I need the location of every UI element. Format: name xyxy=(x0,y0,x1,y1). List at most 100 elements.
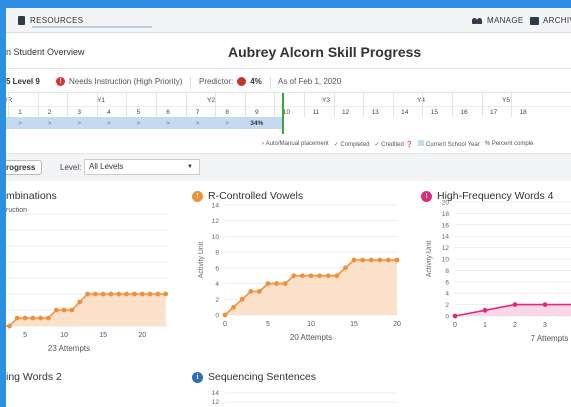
data-point[interactable] xyxy=(53,307,59,313)
top-edge xyxy=(0,0,571,8)
placement-arrow: > xyxy=(136,119,141,127)
x-tick-label: 5 xyxy=(266,321,270,328)
data-point[interactable] xyxy=(85,291,90,297)
unit-number[interactable]: 10 xyxy=(278,109,294,116)
data-point[interactable] xyxy=(139,291,145,297)
data-point[interactable] xyxy=(334,273,340,279)
data-point[interactable] xyxy=(308,273,314,279)
data-point[interactable] xyxy=(231,304,236,310)
data-point[interactable] xyxy=(482,307,488,313)
data-point[interactable] xyxy=(291,273,297,279)
data-point[interactable] xyxy=(343,265,348,271)
data-point[interactable] xyxy=(282,281,288,286)
unit-number[interactable]: 8 xyxy=(219,109,235,116)
needs-instruction-status: ! Needs Instruction (High Priority) xyxy=(56,77,182,86)
data-point[interactable] xyxy=(132,291,137,297)
predictor-value: 4% xyxy=(250,77,262,86)
data-point[interactable] xyxy=(38,315,44,321)
chart-title: ing Words 2 xyxy=(6,371,62,383)
unit-number[interactable]: 7 xyxy=(190,109,206,116)
data-point[interactable] xyxy=(222,312,228,318)
placement-arrow: > xyxy=(47,119,52,127)
y-tick-label: 4 xyxy=(215,281,219,288)
unit-number[interactable]: 11 xyxy=(308,109,324,116)
y-axis-label: Activity Unit xyxy=(198,242,205,279)
legend-completed: ✓ Completed xyxy=(333,141,370,148)
unit-number[interactable]: 16 xyxy=(456,109,472,116)
y-tick-label: 10 xyxy=(442,257,450,264)
data-point[interactable] xyxy=(377,257,383,263)
data-point[interactable] xyxy=(351,257,357,263)
grid-divider xyxy=(333,93,335,117)
data-point[interactable] xyxy=(30,315,36,321)
data-point[interactable] xyxy=(163,291,169,297)
data-point[interactable] xyxy=(69,307,75,313)
page-title: Aubrey Alcorn Skill Progress xyxy=(228,44,422,60)
grid-divider xyxy=(244,93,246,117)
y-tick-label: 14 xyxy=(212,203,220,210)
level-select[interactable]: All Levels ▼ xyxy=(84,159,200,175)
unit-number[interactable]: 2 xyxy=(42,109,58,116)
data-point[interactable] xyxy=(239,296,245,302)
data-point[interactable] xyxy=(265,281,271,286)
data-point[interactable] xyxy=(257,289,262,294)
unit-number[interactable]: 1 xyxy=(12,109,28,116)
x-tick-label: 0 xyxy=(223,321,227,328)
page-header: n Student Overview Aubrey Alcorn Skill P… xyxy=(6,33,571,69)
tab-progress[interactable]: rogress xyxy=(6,160,43,175)
grid-divider xyxy=(363,93,365,117)
resources-link[interactable]: RESOURCES xyxy=(18,16,83,25)
unit-number[interactable]: 17 xyxy=(486,109,502,116)
grade-group-label: Y4 xyxy=(417,97,425,104)
data-point[interactable] xyxy=(274,281,279,286)
predictor: Predictor: 4% xyxy=(199,77,262,86)
archive-link[interactable]: ARCHIV xyxy=(530,16,571,25)
data-point[interactable] xyxy=(386,257,391,263)
breadcrumb[interactable]: n Student Overview xyxy=(6,47,85,57)
data-point[interactable] xyxy=(22,315,28,321)
data-point[interactable] xyxy=(7,323,12,329)
x-tick-label: 10 xyxy=(60,332,68,339)
x-axis-label: 20 Attempts xyxy=(290,333,332,342)
data-point[interactable] xyxy=(61,307,67,313)
unit-number[interactable]: 14 xyxy=(397,109,413,116)
data-point[interactable] xyxy=(147,291,153,297)
data-point[interactable] xyxy=(360,257,365,263)
unit-number[interactable]: 18 xyxy=(515,109,531,116)
data-point[interactable] xyxy=(317,273,322,279)
data-point[interactable] xyxy=(512,302,518,307)
unit-number[interactable]: 4 xyxy=(101,109,117,116)
data-point[interactable] xyxy=(108,291,114,297)
manage-link[interactable]: MANAGE xyxy=(472,16,523,25)
data-point[interactable] xyxy=(116,291,122,297)
resources-label: RESOURCES xyxy=(30,16,84,25)
chart-controls: rogress Level: All Levels ▼ xyxy=(6,153,571,181)
unit-number[interactable]: 6 xyxy=(160,109,176,116)
data-point[interactable] xyxy=(46,315,51,321)
level-select-value: All Levels xyxy=(89,162,124,171)
data-point[interactable] xyxy=(155,291,161,297)
y-tick-label: 4 xyxy=(445,291,449,298)
data-point[interactable] xyxy=(452,313,458,319)
app-frame: RESOURCES MANAGE ARCHIV n Student Overvi… xyxy=(0,0,571,407)
help-icon: ❓ xyxy=(405,141,413,148)
unit-number[interactable]: 5 xyxy=(130,109,146,116)
data-point[interactable] xyxy=(394,257,400,263)
data-point[interactable] xyxy=(100,291,106,297)
data-point[interactable] xyxy=(368,257,374,263)
x-tick-label: 15 xyxy=(99,332,107,339)
data-point[interactable] xyxy=(77,299,83,305)
unit-number[interactable]: 3 xyxy=(71,109,87,116)
data-point[interactable] xyxy=(248,289,254,294)
data-point[interactable] xyxy=(92,291,98,297)
data-point[interactable] xyxy=(124,291,130,297)
unit-number[interactable]: 15 xyxy=(426,109,442,116)
unit-number[interactable]: 12 xyxy=(338,109,354,116)
unit-number[interactable]: 9 xyxy=(249,109,265,116)
data-point[interactable] xyxy=(300,273,305,279)
data-point[interactable] xyxy=(325,273,331,279)
unit-number[interactable]: 13 xyxy=(367,109,383,116)
data-point[interactable] xyxy=(542,302,548,307)
y-tick-label: 8 xyxy=(445,268,449,275)
data-point[interactable] xyxy=(14,315,20,321)
